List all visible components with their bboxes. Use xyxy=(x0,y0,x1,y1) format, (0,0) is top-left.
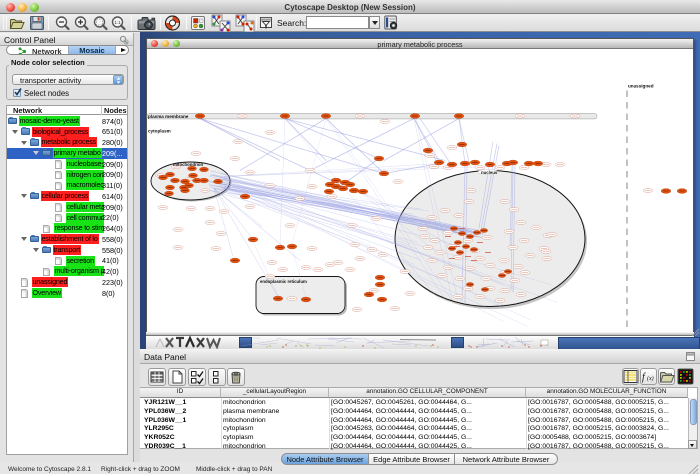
svg-text:1:1: 1:1 xyxy=(114,20,121,25)
svg-text:plasma membrane: plasma membrane xyxy=(148,114,189,119)
svg-text:nucleus: nucleus xyxy=(481,170,498,175)
svg-text:(x): (x) xyxy=(647,375,654,382)
svg-text:mitochondrion: mitochondrion xyxy=(173,162,203,167)
svg-text:f: f xyxy=(642,372,646,383)
svg-text:endoplasmic reticulum: endoplasmic reticulum xyxy=(260,279,307,284)
svg-text:unassigned: unassigned xyxy=(628,83,654,88)
svg-text:cytoplasm: cytoplasm xyxy=(148,128,171,133)
